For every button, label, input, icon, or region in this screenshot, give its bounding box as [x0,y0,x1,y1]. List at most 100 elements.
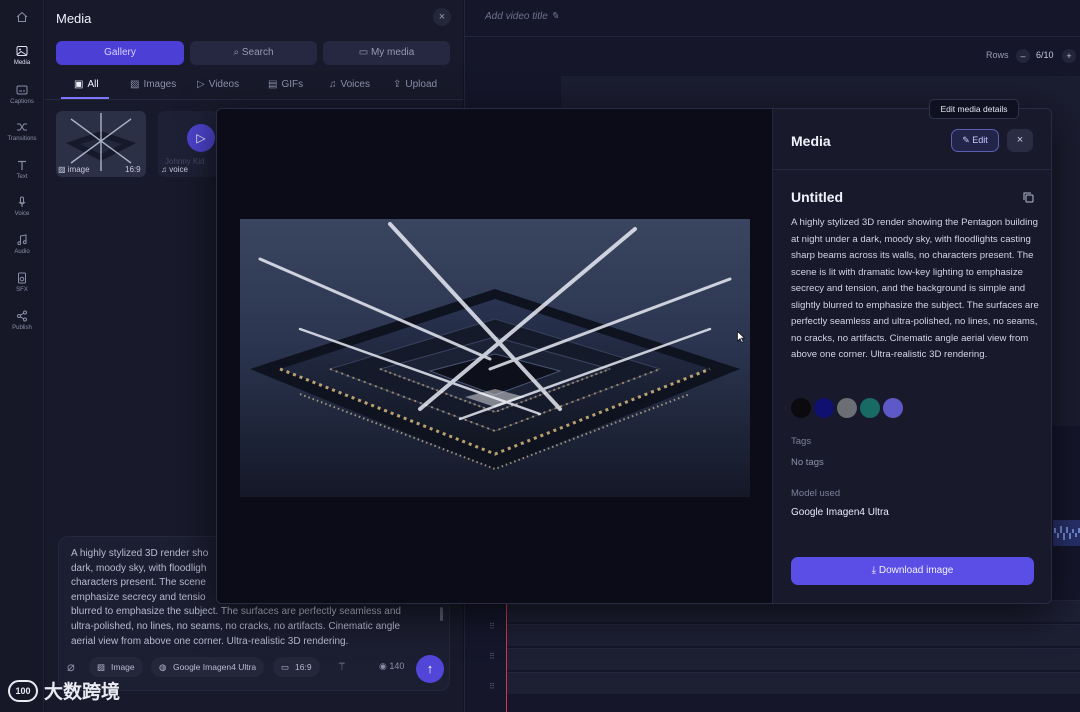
playhead[interactable] [506,600,507,712]
pencil-icon: ✎ [962,135,970,145]
watermark-text: 大数跨境 [44,682,121,703]
sidebar-item-audio[interactable]: Audio [0,234,44,255]
sidebar-item-label: Transitions [7,136,37,142]
segment-search[interactable]: ⌕ Search [190,41,317,65]
copy-icon[interactable] [1023,192,1034,203]
panel-title: Media [56,11,92,26]
folder-icon: ▭ [358,47,369,58]
tab-label: Images [143,79,177,90]
coin-icon: ◉ [379,661,387,671]
paperclip-icon[interactable]: ⌀ [67,659,75,675]
sidebar-item-label: Publish [12,325,32,331]
edit-tooltip: Edit media details [929,99,1019,119]
sidebar-item-label: Voice [14,211,30,217]
edit-label: Edit [972,135,988,145]
captions-icon [16,85,28,95]
details-sidebar: Media ✎ Edit × Untitled A highly stylize… [772,109,1051,603]
play-icon[interactable]: ▷ [187,124,215,152]
shuffle-icon [17,123,27,131]
tab-images[interactable]: ▨ Images [130,79,176,90]
thumbnail-ratio: 16:9 [125,165,141,174]
sidebar-item-label: Audio [14,249,30,255]
tab-all[interactable]: ▣ All [74,79,99,90]
close-icon: × [1016,134,1024,146]
magic-wand-icon[interactable]: ⚚ [337,660,347,673]
credits-counter: ◉ 140 [379,661,404,672]
tab-label: All [87,79,99,90]
sidebar-item-transitions[interactable]: Transitions [0,121,44,142]
sidebar-item-label: Captions [10,99,34,105]
upload-icon: ⇪ [393,79,402,90]
app-window: { "sidebar": { "items": [ {"label": "", … [0,0,1080,712]
timeline-track[interactable] [507,672,1080,694]
home-icon [16,11,28,22]
tab-gifs[interactable]: ▤ GIFs [268,79,303,90]
pencil-icon: ✎ [550,11,559,22]
watermark-logo: 100 大数跨境 [8,677,120,704]
rows-label: Rows [986,50,1009,60]
segment-search-label: Search [241,47,274,58]
tags-value: No tags [791,457,824,468]
image-icon [16,46,28,56]
modal-title: Media [791,133,831,149]
panel-close-button[interactable]: × [433,8,451,26]
pentagon-preview-image [240,219,750,497]
drag-handle-icon[interactable]: ⠿ [489,622,495,631]
thumbnail-type-label: ▨ image [58,165,90,174]
audio-waveform-clip[interactable] [1053,520,1080,546]
left-rail: Media Captions Transitions Text Voice Au… [0,0,44,712]
sidebar-item-media[interactable]: Media [0,45,44,66]
sidebar-item-voice[interactable]: Voice [0,196,44,217]
send-button[interactable]: ↑ [416,655,444,683]
sidebar-item-text[interactable]: Text [0,159,44,180]
timeline-track[interactable] [507,648,1080,670]
image-icon: ▨ [130,79,140,90]
media-details-modal: Media ✎ Edit × Untitled A highly stylize… [216,108,1052,604]
tab-upload[interactable]: ⇪ Upload [393,79,437,90]
tab-label: Voices [340,79,370,90]
drag-handle-icon[interactable]: ⠿ [489,652,495,661]
segment-gallery[interactable]: Gallery [56,41,184,65]
tab-videos[interactable]: ▷ Videos [197,79,239,90]
thumbnail-type-label: ♫ voice [161,165,188,174]
download-label: Download image [878,565,954,576]
video-title-input[interactable]: Add video title ✎ [485,11,559,22]
download-button[interactable]: ⤓ Download image [791,557,1034,585]
chip-media-type[interactable]: ▨ Image [89,657,143,677]
image-preview [217,109,772,603]
palette-swatch-3 [837,398,857,418]
timeline[interactable]: ⠿ ⠿ ⠿ [485,600,1080,712]
speaker-icon [18,272,26,284]
arrow-up-icon: ↑ [426,661,434,676]
model-value: Google Imagen4 Ultra [791,507,889,518]
chip-aspect-ratio[interactable]: ▭ 16:9 [273,657,320,677]
palette-swatch-1 [791,398,811,418]
scrollbar[interactable] [440,607,443,621]
segment-my-media[interactable]: ▭ My media [323,41,450,65]
rows-increment-button[interactable]: + [1062,49,1076,63]
waveform-graphic [1054,526,1080,540]
model-label: Model used [791,488,841,499]
sidebar-item-label: Media [13,60,31,66]
chip-label: Google Imagen4 Ultra [173,662,257,672]
rows-stepper[interactable]: – 6/10 + [1016,47,1076,65]
drag-handle-icon[interactable]: ⠿ [489,682,495,691]
edit-button[interactable]: ✎ Edit [951,129,999,152]
close-button[interactable]: × [1007,129,1033,152]
rows-decrement-button[interactable]: – [1016,49,1030,63]
mic-icon [18,196,26,207]
segment-my-media-label: My media [370,47,415,58]
sidebar-item-captions[interactable]: Captions [0,84,44,105]
tab-label: Upload [405,79,438,90]
ratio-icon: ▭ [281,662,290,672]
chip-model[interactable]: ◍ Google Imagen4 Ultra [151,657,265,677]
media-title: Untitled [791,189,844,205]
sidebar-item-publish[interactable]: Publish [0,310,44,331]
palette-swatch-4 [860,398,880,418]
tab-voices[interactable]: ♫ Voices [329,79,370,90]
sidebar-item-home[interactable] [0,11,44,23]
timeline-track[interactable] [507,624,1080,646]
music-icon [17,234,27,246]
sidebar-item-sfx[interactable]: SFX [0,272,44,293]
music-icon: ♫ [329,79,337,90]
